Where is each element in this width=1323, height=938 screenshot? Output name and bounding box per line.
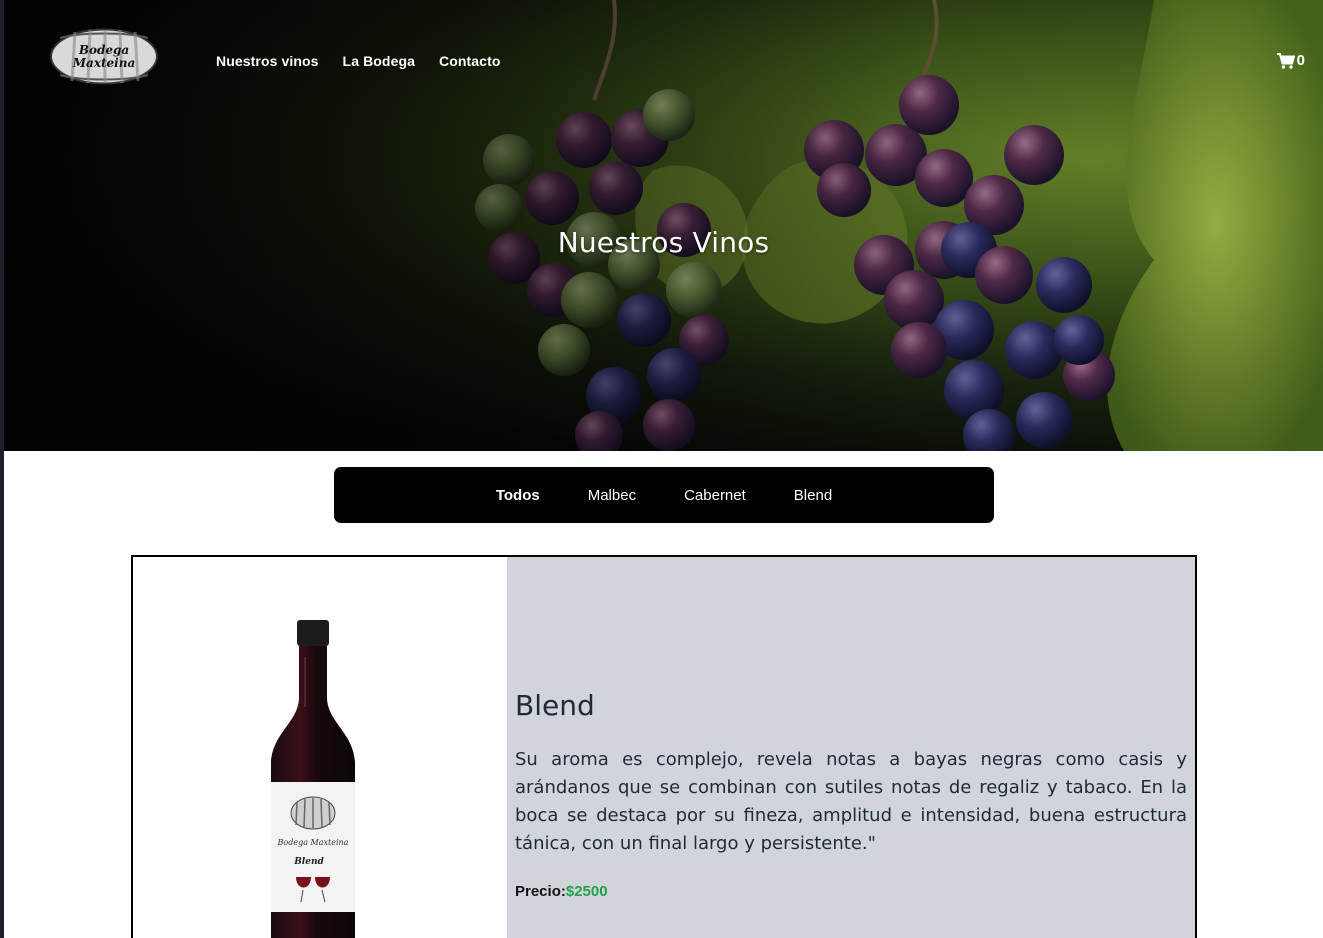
product-price: Precio:$2500 — [515, 883, 608, 900]
nav-link-contacto[interactable]: Contacto — [439, 53, 500, 69]
nav-link-la-bodega[interactable]: La Bodega — [343, 53, 415, 69]
logo-line2: Maxteina — [72, 55, 136, 70]
hero-title: Nuestros Vinos — [557, 226, 770, 259]
hero-banner: Bodega Maxteina Nuestros vinos La Bodega… — [4, 0, 1323, 451]
price-value: $2500 — [565, 883, 608, 900]
filter-todos[interactable]: Todos — [472, 487, 564, 504]
filter-malbec[interactable]: Malbec — [564, 487, 660, 504]
product-name: Blend — [515, 689, 595, 722]
product-description: Su aroma es complejo, revela notas a bay… — [515, 749, 1187, 854]
logo-line1: Bodega — [78, 42, 130, 57]
product-card: Bodega Maxteina Blend Blend Su aroma es … — [131, 555, 1197, 938]
bottle-label-name: Blend — [293, 857, 324, 867]
bottle-label-brand: Bodega Maxteina — [277, 838, 349, 847]
nav-link-nuestros-vinos[interactable]: Nuestros vinos — [216, 53, 319, 69]
cart-count: 0 — [1296, 52, 1305, 69]
cart-button[interactable]: 0 — [1276, 52, 1305, 69]
cart-icon — [1276, 52, 1295, 69]
wine-filter-bar: Todos Malbec Cabernet Blend — [334, 467, 994, 523]
main-nav: Nuestros vinos La Bodega Contacto — [216, 53, 500, 69]
price-label: Precio: — [515, 883, 566, 900]
wine-bottle-image: Bodega Maxteina Blend — [271, 620, 355, 938]
product-image: Bodega Maxteina Blend — [133, 557, 507, 938]
brand-logo[interactable]: Bodega Maxteina — [50, 28, 158, 85]
filter-cabernet[interactable]: Cabernet — [660, 487, 770, 504]
filter-blend[interactable]: Blend — [770, 487, 856, 504]
product-info: Blend Su aroma es complejo, revela notas… — [507, 557, 1195, 938]
